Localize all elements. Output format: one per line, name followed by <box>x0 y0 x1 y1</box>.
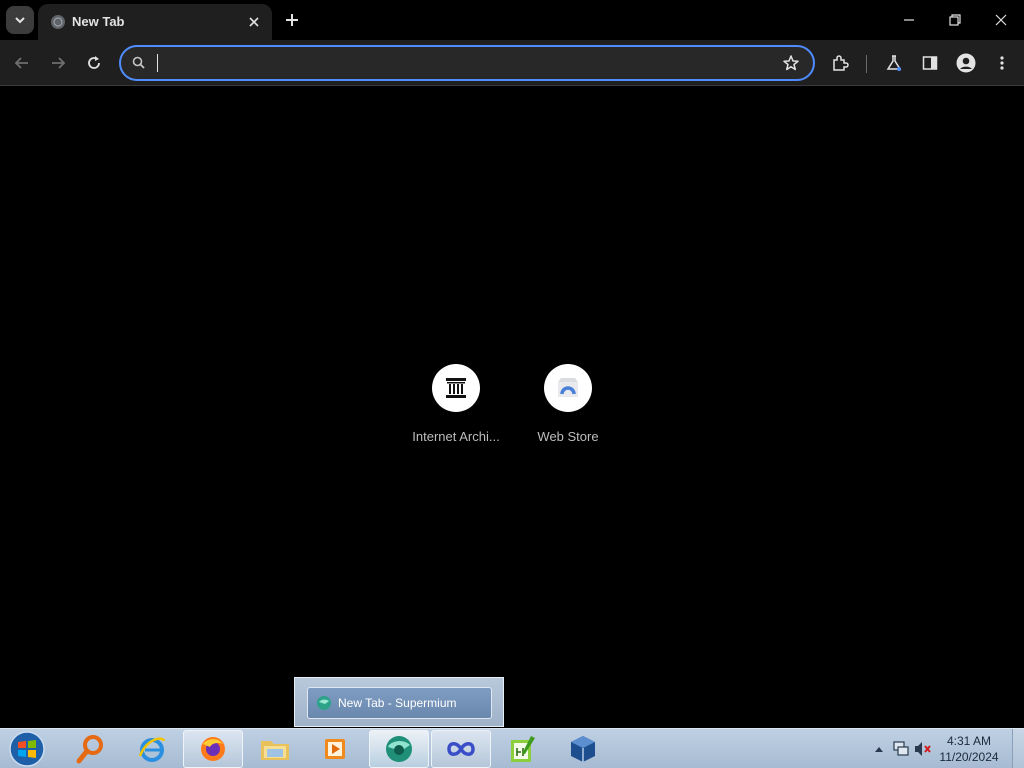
address-bar[interactable] <box>119 45 815 81</box>
restore-button[interactable] <box>932 0 978 40</box>
firefox-icon <box>201 737 225 761</box>
infinity-app-icon <box>447 742 475 756</box>
labs-button[interactable] <box>879 48 909 78</box>
minimize-icon <box>904 19 914 21</box>
address-input[interactable] <box>155 51 765 75</box>
taskbar-media-player[interactable] <box>305 730 365 768</box>
network-icon[interactable] <box>892 741 910 757</box>
taskbar-magnifier-app[interactable] <box>60 730 120 768</box>
magnifier-app-icon <box>76 735 103 764</box>
media-player-icon <box>325 739 345 759</box>
reload-button[interactable] <box>79 48 109 78</box>
supermium-icon <box>317 696 331 710</box>
back-icon <box>14 57 28 69</box>
minimize-button[interactable] <box>886 0 932 40</box>
tab-search-button[interactable] <box>6 6 34 34</box>
new-tab-page: Internet Archi... Web Store <box>0 87 1024 728</box>
taskbar-virtualbox[interactable] <box>553 730 613 768</box>
web-store-icon <box>558 378 578 397</box>
profile-button[interactable] <box>951 48 981 78</box>
kebab-menu-icon <box>1000 56 1004 70</box>
extensions-button[interactable] <box>825 48 855 78</box>
tab-new-tab[interactable]: New Tab <box>38 4 272 40</box>
forward-button[interactable] <box>43 48 73 78</box>
side-panel-icon <box>922 56 938 70</box>
search-icon <box>132 56 145 69</box>
taskbar-supermium[interactable] <box>369 730 429 768</box>
toolbar <box>0 40 1024 86</box>
shortcut-label: Web Store <box>537 429 599 444</box>
new-tab-button[interactable] <box>280 8 304 32</box>
side-panel-button[interactable] <box>915 48 945 78</box>
shortcut-tile <box>432 364 480 412</box>
chevron-down-icon <box>15 17 25 24</box>
show-desktop-button[interactable] <box>1012 729 1024 768</box>
thumbnail-label: New Tab - Supermium <box>338 696 457 710</box>
thumbnail-window-item[interactable]: New Tab - Supermium <box>307 687 492 719</box>
shortcut-internet-archive[interactable]: Internet Archi... <box>400 364 512 454</box>
system-tray: 4:31 AM 11/20/2024 <box>864 729 1024 768</box>
toolbar-separator <box>866 55 867 73</box>
taskbar-firefox[interactable] <box>183 730 243 768</box>
flask-icon <box>886 55 902 71</box>
folder-icon <box>261 741 289 760</box>
windows-start-icon <box>9 731 45 767</box>
notepad-plus-icon <box>511 736 535 762</box>
tray-arrow-icon[interactable] <box>874 745 884 753</box>
taskbar-internet-explorer[interactable] <box>122 730 182 768</box>
shortcut-tile <box>544 364 592 412</box>
screen: New Tab Internet Archi... Web Store New … <box>0 0 1024 768</box>
close-icon <box>249 17 259 27</box>
taskbar-thumbnail-popup: New Tab - Supermium <box>294 677 504 727</box>
restore-icon <box>949 14 961 26</box>
clock[interactable]: 4:31 AM 11/20/2024 <box>930 733 1008 765</box>
text-caret <box>157 54 158 72</box>
star-icon <box>783 55 799 71</box>
bookmark-star-button[interactable] <box>781 53 801 73</box>
back-button[interactable] <box>7 48 37 78</box>
profile-icon <box>956 53 976 73</box>
ie-icon <box>138 737 166 762</box>
plus-icon <box>286 14 298 26</box>
close-icon <box>995 14 1007 26</box>
forward-icon <box>52 57 66 69</box>
extensions-icon <box>833 55 849 71</box>
virtualbox-icon <box>571 736 595 762</box>
tab-title: New Tab <box>72 14 125 29</box>
globe-icon <box>51 15 65 29</box>
shortcut-label: Internet Archi... <box>412 429 500 444</box>
clock-date: 11/20/2024 <box>939 750 999 764</box>
shortcut-web-store[interactable]: Web Store <box>512 364 624 454</box>
tab-close-button[interactable] <box>244 12 264 32</box>
taskbar-notepad-plus[interactable] <box>492 730 552 768</box>
reload-icon <box>88 56 100 69</box>
taskbar-file-explorer[interactable] <box>245 730 305 768</box>
supermium-icon <box>386 736 412 762</box>
close-window-button[interactable] <box>978 0 1024 40</box>
start-button[interactable] <box>6 730 48 768</box>
browser-menu-button[interactable] <box>987 48 1017 78</box>
tab-strip: New Tab <box>0 0 1024 40</box>
taskbar-infinity-app[interactable] <box>431 730 491 768</box>
taskbar: 4:31 AM 11/20/2024 <box>0 728 1024 768</box>
archive-building-icon <box>446 378 466 398</box>
clock-time: 4:31 AM <box>946 734 992 748</box>
